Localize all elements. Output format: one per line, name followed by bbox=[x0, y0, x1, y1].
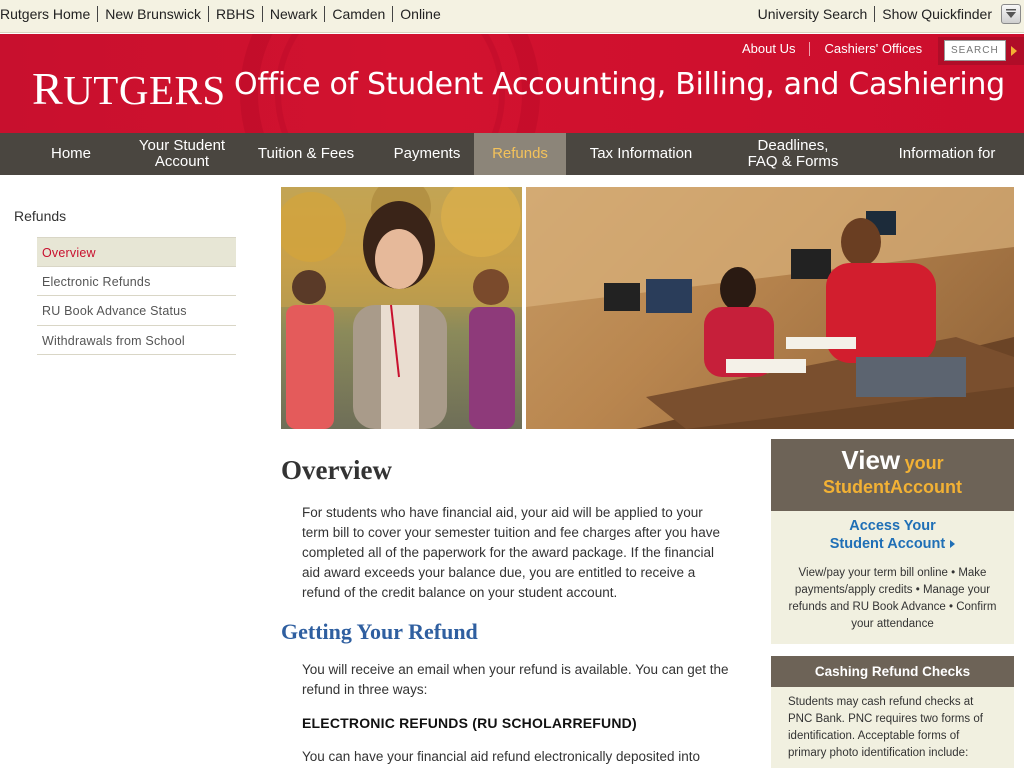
link-camden[interactable]: Camden bbox=[325, 6, 394, 22]
students-photo bbox=[281, 187, 522, 429]
cashing-refund-checks-box: Cashing Refund Checks Students may cash … bbox=[771, 656, 1014, 768]
electronic-refunds-paragraph: You can have your financial aid refund e… bbox=[302, 749, 701, 764]
promo-line-1: View your bbox=[771, 445, 1014, 476]
utility-bar: Rutgers Home New Brunswick RBHS Newark C… bbox=[0, 0, 1024, 33]
site-header: RUTGERS Office of Student Accounting, Bi… bbox=[0, 34, 1024, 133]
logo-initial: R bbox=[32, 63, 64, 114]
link-divider bbox=[809, 42, 811, 56]
access-link-line-1: Access Your bbox=[849, 518, 936, 534]
overview-paragraph: For students who have financial aid, you… bbox=[302, 505, 720, 600]
rutgers-logo[interactable]: RUTGERS bbox=[32, 62, 226, 115]
promo-account-text: Account bbox=[890, 477, 962, 497]
nav-tax-information[interactable]: Tax Information bbox=[566, 133, 716, 175]
promo-student-text: Student bbox=[823, 477, 890, 497]
section-heading-electronic-refunds: ELECTRONIC REFUNDS (RU SCHOLARREFUND) bbox=[302, 715, 637, 731]
link-online[interactable]: Online bbox=[393, 6, 447, 22]
nav-home[interactable]: Home bbox=[0, 133, 142, 175]
cashiers-offices-link[interactable]: Cashiers' Offices bbox=[824, 41, 922, 56]
sidebar-item-electronic-refunds[interactable]: Electronic Refunds bbox=[37, 267, 236, 296]
promo-banner[interactable]: View your StudentAccount bbox=[771, 439, 1014, 511]
students-outdoor-image bbox=[281, 187, 522, 429]
refund-intro-paragraph: You will receive an email when your refu… bbox=[302, 662, 729, 697]
header-links: About Us Cashiers' Offices bbox=[742, 41, 922, 56]
students-studying-image bbox=[526, 187, 1014, 429]
study-lounge-photo bbox=[526, 187, 1014, 429]
nav-refunds[interactable]: Refunds bbox=[474, 133, 566, 175]
promo-view-text: View bbox=[841, 445, 901, 475]
arrow-right-icon bbox=[950, 540, 956, 549]
nav-payments[interactable]: Payments bbox=[380, 133, 474, 175]
sidebar-item-ru-book-advance[interactable]: RU Book Advance Status bbox=[37, 296, 236, 326]
nav-deadlines-faq-forms[interactable]: Deadlines, FAQ & Forms bbox=[716, 133, 870, 175]
sidebar-nav: Overview Electronic Refunds RU Book Adva… bbox=[37, 237, 236, 355]
cashing-box-text: Students may cash refund checks at PNC B… bbox=[788, 696, 983, 759]
link-show-quickfinder[interactable]: Show Quickfinder bbox=[875, 6, 994, 22]
chevron-down-icon bbox=[1006, 9, 1016, 18]
promo-your-text: your bbox=[904, 453, 944, 473]
utility-right-links: University Search Show Quickfinder bbox=[751, 6, 994, 22]
link-university-search[interactable]: University Search bbox=[751, 6, 876, 22]
nav-tuition-fees[interactable]: Tuition & Fees bbox=[232, 133, 380, 175]
page-title: Overview bbox=[281, 455, 392, 485]
promo-description: View/pay your term bill online • Make pa… bbox=[788, 567, 997, 630]
logo-rest: UTGERS bbox=[63, 67, 226, 113]
access-link-line-2: Student Account bbox=[829, 536, 946, 552]
link-newark[interactable]: Newark bbox=[263, 6, 326, 22]
campus-links: Rutgers Home New Brunswick RBHS Newark C… bbox=[0, 6, 448, 22]
cashing-box-title: Cashing Refund Checks bbox=[771, 656, 1014, 687]
promo-line-2: StudentAccount bbox=[771, 477, 1014, 498]
nav-information-for[interactable]: Information for bbox=[870, 133, 1024, 175]
link-rutgers-home[interactable]: Rutgers Home bbox=[0, 6, 99, 22]
sidebar-item-overview[interactable]: Overview bbox=[37, 237, 236, 267]
student-account-promo: View your StudentAccount Access Your Stu… bbox=[771, 439, 1014, 644]
quickfinder-toggle-button[interactable] bbox=[1001, 4, 1021, 24]
search-submit-icon[interactable] bbox=[1011, 46, 1017, 56]
search-input[interactable] bbox=[944, 40, 1006, 61]
access-student-account-link[interactable]: Access Your Student Account bbox=[771, 517, 1014, 553]
about-us-link[interactable]: About Us bbox=[742, 41, 795, 56]
sidebar-title: Refunds bbox=[14, 208, 67, 224]
main-nav: Home Your Student Account Tuition & Fees… bbox=[0, 133, 1024, 175]
sidebar-item-withdrawals[interactable]: Withdrawals from School bbox=[37, 326, 236, 355]
department-title[interactable]: Office of Student Accounting, Billing, a… bbox=[234, 67, 1005, 102]
site-search bbox=[938, 37, 1024, 65]
section-heading-getting-refund: Getting Your Refund bbox=[281, 619, 478, 644]
nav-your-student-account[interactable]: Your Student Account bbox=[132, 133, 232, 175]
link-rbhs[interactable]: RBHS bbox=[209, 6, 263, 22]
link-new-brunswick[interactable]: New Brunswick bbox=[98, 6, 209, 22]
